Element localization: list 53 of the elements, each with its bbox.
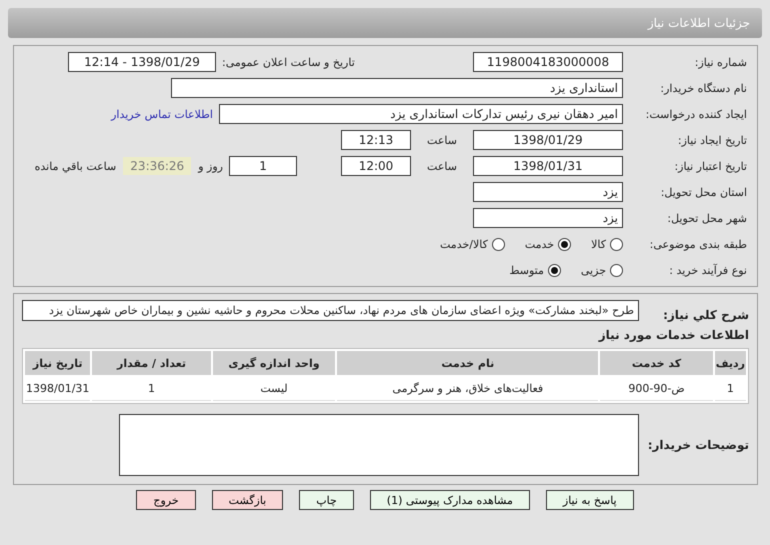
field-label: تاریخ ایجاد نیاز: [676, 134, 747, 146]
form-field: یزد [473, 182, 623, 202]
radio-button[interactable] [548, 264, 561, 276]
form-field: 1398/01/31 [473, 156, 623, 176]
radio-button[interactable] [610, 264, 623, 276]
field-label: شهر محل تحویل: [666, 212, 747, 224]
form-field: 1198004183000008 [473, 52, 623, 72]
column-header: تاریخ نیاز [25, 351, 90, 375]
field-label: طبقه بندی موضوعی: [648, 238, 747, 250]
remaining-label: ساعت باقي مانده [34, 160, 116, 172]
field-label: نام دستگاه خریدار: [659, 82, 747, 94]
form-field: امیر دهقان نیری رئیس تداركات استانداری یزد [219, 104, 623, 124]
action-button[interactable]: پاسخ به نیاز [546, 490, 634, 510]
form-field: 1 [229, 156, 297, 176]
days-label: روز و [198, 160, 223, 172]
column-header: واحد اندازه گیری [212, 351, 336, 375]
form-field: استانداری یزد [171, 78, 623, 98]
field-label: نوع فرآیند خرید : [668, 264, 747, 276]
section-title: اطلاعات خدمات مورد نیاز [597, 328, 749, 342]
column-header: تعداد / مقدار [92, 351, 211, 375]
description-label: شرح کلي نياز: [662, 307, 749, 322]
column-header: ردیف [714, 351, 746, 375]
field-label: تاریخ و ساعت اعلان عمومی: [222, 56, 355, 68]
action-button[interactable]: خروج [136, 490, 196, 510]
form-field: 12:13 [341, 130, 411, 150]
radio-label: کالا/خدمت [440, 238, 488, 250]
description-text: طرح «لبخند مشارکت» ویژه اعضای سازمان های مردم نهاد، ساکنین محلات محروم و حاشیه نشین و بیماران خاص شهرستان یزد [22, 300, 639, 321]
field-label: ایجاد کننده درخواست: [644, 108, 747, 120]
time-label: ساعت [426, 160, 458, 172]
radio-label: خدمت [524, 238, 554, 250]
action-button[interactable]: مشاهده مدارک پیوستی (1) [370, 490, 530, 510]
field-label: استان محل تحویل: [660, 186, 747, 198]
radio-button[interactable] [558, 238, 572, 250]
radio-label: کالا [591, 238, 606, 250]
column-header: کد خدمت [600, 351, 713, 375]
form-field: 1398/01/29 - 12:14 [68, 52, 216, 72]
radio-label: متوسط [509, 264, 544, 276]
radio-button[interactable] [492, 238, 505, 250]
radio-label: جزیی [580, 264, 606, 276]
title-bar: جزئیات اطلاعات نیاز [8, 8, 762, 38]
notes-label: توضیحات خریدار: [646, 438, 749, 452]
radio-button[interactable] [610, 238, 623, 250]
time-label: ساعت [426, 134, 458, 146]
form-field: یزد [473, 208, 623, 228]
form-field: 12:00 [341, 156, 411, 176]
form-field: 1398/01/29 [473, 130, 623, 150]
action-button[interactable]: بازگشت [212, 490, 284, 510]
contact-link[interactable]: اطلاعات تماس خریدار [111, 108, 213, 120]
action-button[interactable]: چاپ [299, 490, 354, 510]
countdown-field: 23:36:26 [122, 156, 192, 176]
column-header: نام خدمت [337, 351, 598, 375]
field-label: شماره نیاز: [694, 56, 747, 68]
field-label: تاریخ اعتبار نیاز: [673, 160, 747, 172]
